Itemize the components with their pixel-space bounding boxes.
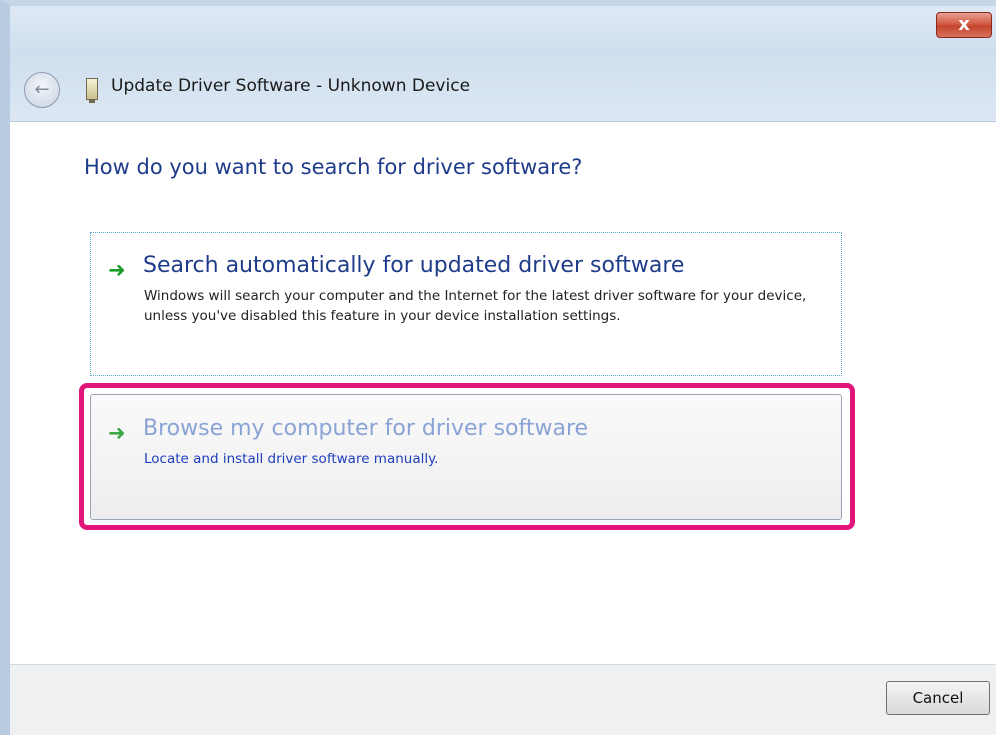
back-button[interactable]: ← xyxy=(24,72,60,108)
close-icon: x xyxy=(958,14,970,35)
green-arrow-icon: ➜ xyxy=(108,258,126,282)
back-arrow-icon: ← xyxy=(34,79,50,100)
cancel-button[interactable]: Cancel xyxy=(886,681,990,715)
window-title: Update Driver Software - Unknown Device xyxy=(111,76,471,96)
page-heading: How do you want to search for driver sof… xyxy=(84,155,583,179)
option-description: Windows will search your computer and th… xyxy=(144,288,807,324)
dialog-footer: Cancel xyxy=(10,664,996,735)
highlight-box xyxy=(79,383,855,530)
title-bar: x ← Update Driver Software - Unknown Dev… xyxy=(10,6,996,122)
option-title: Search automatically for updated driver … xyxy=(143,253,685,278)
update-driver-dialog: x ← Update Driver Software - Unknown Dev… xyxy=(0,0,996,735)
close-button[interactable]: x xyxy=(936,12,992,38)
search-automatically-option[interactable]: ➜ Search automatically for updated drive… xyxy=(90,232,842,376)
device-icon xyxy=(86,78,98,103)
